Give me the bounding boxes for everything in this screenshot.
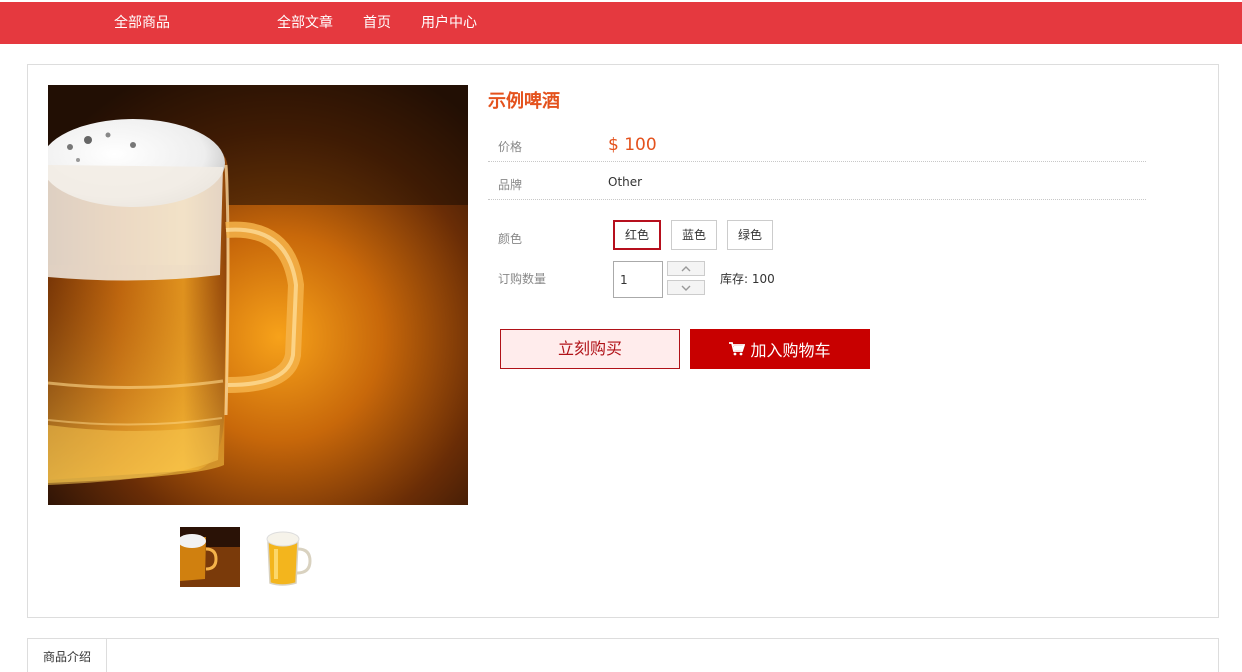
price-label: 价格 [498, 140, 523, 154]
product-price: $ 100 [608, 135, 657, 155]
product-main-image [48, 85, 468, 505]
nav-user-center[interactable]: 用户中心 [421, 2, 477, 44]
stock-label: 库存: [720, 272, 749, 286]
product-thumbnail-1[interactable] [180, 527, 240, 587]
product-thumbnail-2[interactable] [260, 527, 320, 587]
cart-icon [729, 342, 746, 356]
divider [488, 161, 1146, 162]
nav-all-articles[interactable]: 全部文章 [277, 2, 333, 44]
quantity-input[interactable] [613, 261, 663, 298]
add-to-cart-label: 加入购物车 [750, 341, 831, 360]
buy-now-button[interactable]: 立刻购买 [500, 329, 680, 369]
chevron-down-icon [681, 285, 691, 291]
product-brand: Other [608, 175, 643, 189]
product-tabs: 商品介绍 [27, 638, 1219, 672]
product-detail-panel: 示例啤酒 价格 $ 100 品牌 Other 颜色 红色 蓝色 绿色 订购数量 … [27, 64, 1219, 618]
add-to-cart-button[interactable]: 加入购物车 [690, 329, 870, 369]
chevron-up-icon [681, 265, 691, 271]
quantity-label: 订购数量 [498, 272, 547, 286]
quantity-decrement-button[interactable] [667, 280, 705, 295]
divider [488, 199, 1146, 200]
top-nav-bar: 全部商品 全部文章 首页 用户中心 [0, 2, 1242, 44]
tab-product-intro[interactable]: 商品介绍 [28, 639, 107, 672]
stock-value: 100 [751, 272, 775, 286]
color-option-green[interactable]: 绿色 [727, 220, 773, 250]
nav-home[interactable]: 首页 [363, 2, 391, 44]
color-label: 颜色 [498, 232, 523, 246]
brand-label: 品牌 [498, 178, 523, 192]
nav-all-products[interactable]: 全部商品 [114, 2, 170, 44]
stock-info: 库存: 100 [720, 270, 775, 287]
quantity-increment-button[interactable] [667, 261, 705, 276]
product-title: 示例啤酒 [488, 91, 560, 112]
color-option-red[interactable]: 红色 [613, 220, 661, 250]
color-option-blue[interactable]: 蓝色 [671, 220, 717, 250]
